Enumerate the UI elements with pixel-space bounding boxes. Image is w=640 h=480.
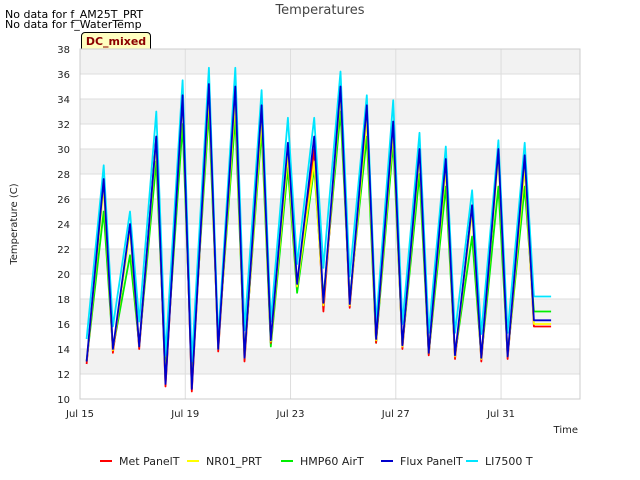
x-tick-label: Jul 31 [486, 409, 515, 420]
y-tick-label: 38 [57, 45, 70, 56]
legend-label: NR01_PRT [206, 455, 262, 468]
legend-label: Met PanelT [119, 455, 180, 468]
x-tick-label: Jul 27 [381, 409, 410, 420]
y-tick-label: 16 [57, 320, 70, 331]
legend-label: HMP60 AirT [300, 455, 364, 468]
y-tick-label: 14 [57, 345, 70, 356]
y-tick-label: 10 [57, 395, 70, 406]
y-tick-label: 26 [57, 195, 70, 206]
legend-label: Flux PanelT [400, 455, 463, 468]
x-tick-label: Jul 15 [65, 409, 94, 420]
y-tick-label: 20 [57, 270, 70, 281]
y-tick-label: 28 [57, 170, 70, 181]
legend-label: LI7500 T [485, 455, 533, 468]
temperature-chart: Temperatures 10 12 14 16 18 20 22 24 26 28 30 32 34 3… [9, 3, 581, 468]
y-tick-label: 32 [57, 120, 70, 131]
y-tick-label: 22 [57, 245, 70, 256]
y-tick-label: 34 [57, 95, 70, 106]
y-axis-label: Temperature (C) [9, 183, 20, 265]
y-tick-label: 12 [57, 370, 70, 381]
y-tick-label: 30 [57, 145, 70, 156]
y-tick-label: 18 [57, 295, 70, 306]
grid-band [80, 349, 580, 374]
legend: Met PanelT NR01_PRT HMP60 AirT Flux PanelT L… [100, 455, 533, 468]
chart-title: Temperatures [274, 3, 364, 18]
x-tick-label: Jul 23 [276, 409, 305, 420]
x-axis-label: Time [553, 425, 578, 436]
x-tick-label: Jul 19 [170, 409, 199, 420]
y-tick-label: 36 [57, 70, 70, 81]
y-tick-label: 24 [57, 220, 70, 231]
grid-band [80, 49, 580, 74]
